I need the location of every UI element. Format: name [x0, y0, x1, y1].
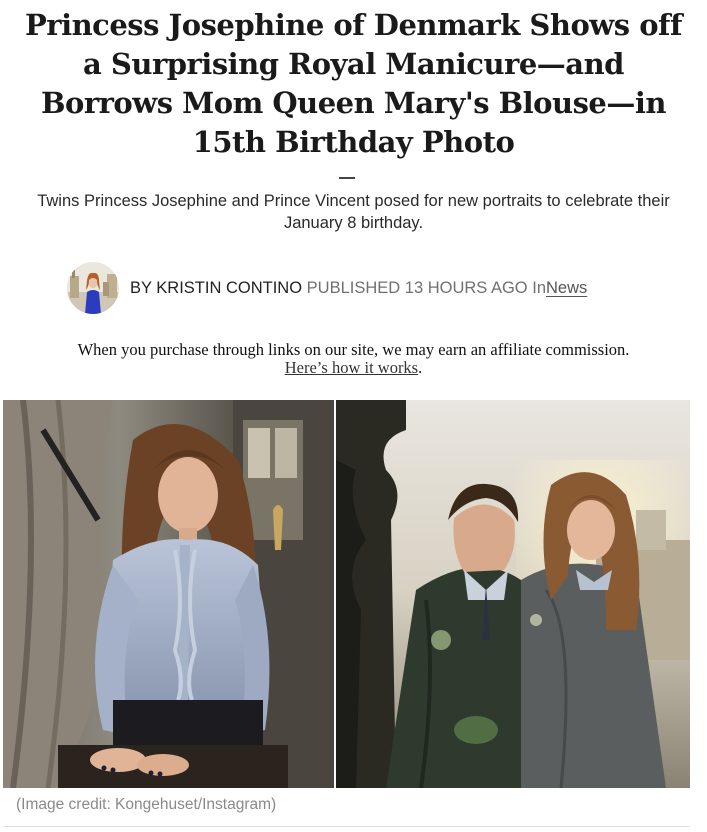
category-prefix: In — [532, 278, 547, 297]
affiliate-how-it-works-link[interactable]: Here’s how it works — [285, 358, 418, 377]
image-credit: (Image credit: Kongehuset/Instagram) — [16, 796, 277, 813]
author-avatar[interactable] — [67, 262, 119, 314]
credit-divider — [3, 826, 690, 827]
affiliate-disclosure: When you purchase through links on our s… — [20, 341, 687, 377]
affiliate-text: When you purchase through links on our s… — [77, 340, 630, 359]
headline-divider — [339, 177, 355, 179]
affiliate-suffix: . — [418, 358, 423, 377]
hero-image — [3, 400, 690, 788]
photo-princess-portrait — [3, 400, 334, 788]
byline-text: BY KRISTIN CONTINO PUBLISHED 13 HOURS AG… — [130, 279, 587, 298]
byline: BY KRISTIN CONTINO PUBLISHED 13 HOURS AG… — [67, 262, 587, 314]
article-headline: Princess Josephine of Denmark Shows off … — [25, 8, 683, 159]
published-time: PUBLISHED 13 HOURS AGO — [306, 278, 528, 297]
article-standfirst: Twins Princess Josephine and Prince Vinc… — [37, 192, 670, 232]
photo-twins-portrait — [336, 400, 690, 788]
author-name[interactable]: BY KRISTIN CONTINO — [130, 279, 302, 297]
category-link[interactable]: News — [546, 279, 587, 297]
